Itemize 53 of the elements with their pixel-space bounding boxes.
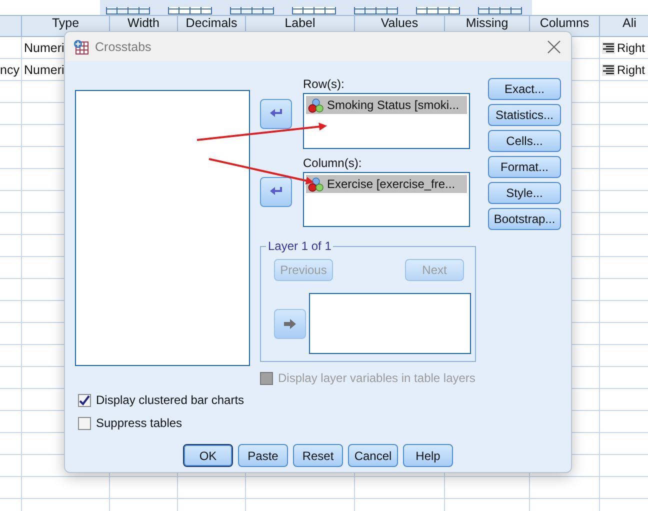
variable-item[interactable]: Smoking Status [smoki... bbox=[306, 96, 467, 114]
grid-icon[interactable] bbox=[478, 7, 522, 15]
close-button[interactable] bbox=[547, 40, 561, 54]
checkbox[interactable] bbox=[78, 394, 91, 406]
dialog-button[interactable]: Paste bbox=[238, 444, 288, 467]
layer-title: Layer 1 of 1 bbox=[267, 239, 332, 253]
grid-icon[interactable] bbox=[106, 7, 150, 15]
grid-icon[interactable] bbox=[230, 7, 274, 15]
move-button[interactable] bbox=[260, 177, 292, 207]
grid-icon[interactable] bbox=[292, 7, 336, 15]
column-header[interactable]: Ali bbox=[600, 15, 648, 37]
option-button[interactable]: Cells... bbox=[488, 130, 561, 152]
window-title: Crosstabs bbox=[95, 40, 152, 54]
grid-icon[interactable] bbox=[168, 7, 212, 15]
table-cell-text: ncy bbox=[0, 62, 20, 79]
dialog-button[interactable]: Reset bbox=[293, 444, 343, 467]
move-button[interactable] bbox=[274, 308, 306, 338]
nominal-variable-icon bbox=[308, 176, 324, 192]
arrow-icon bbox=[269, 108, 283, 120]
crosstab-icon bbox=[73, 38, 89, 54]
checkbox-label: Display clustered bar charts bbox=[96, 393, 244, 407]
variable-list[interactable]: Exercise [exercise_fre... bbox=[303, 172, 470, 227]
table-cell-text: Right bbox=[617, 62, 646, 78]
grid-icon[interactable] bbox=[416, 7, 460, 15]
grid-icon[interactable] bbox=[354, 7, 398, 15]
checkmark-icon bbox=[79, 394, 90, 406]
checkbox-label: Display layer variables in table layers bbox=[278, 371, 476, 385]
corner-header bbox=[0, 15, 22, 37]
align-right-icon bbox=[602, 64, 615, 76]
arrow-icon bbox=[283, 318, 297, 328]
column-label: Column(s): bbox=[303, 157, 363, 170]
checkbox[interactable] bbox=[78, 416, 91, 430]
variable-list[interactable]: Smoking Status [smoki... bbox=[303, 93, 470, 149]
table-cell-text: Right bbox=[617, 40, 646, 56]
nominal-variable-icon bbox=[308, 98, 324, 112]
dialog-button[interactable]: Help bbox=[403, 444, 453, 467]
option-button[interactable]: Statistics... bbox=[488, 104, 561, 126]
table-cell-text: Numeri bbox=[24, 62, 64, 78]
layer-list[interactable] bbox=[309, 293, 471, 354]
source-variable-list[interactable] bbox=[75, 90, 250, 366]
variable-item[interactable]: Exercise [exercise_fre... bbox=[306, 175, 467, 193]
option-button[interactable]: Style... bbox=[488, 182, 561, 204]
dialog-button[interactable]: Cancel bbox=[348, 444, 398, 467]
align-right-icon bbox=[602, 42, 615, 54]
table-cell-text: Numeri bbox=[24, 40, 64, 56]
checkbox-label: Suppress tables bbox=[96, 416, 182, 430]
dialog-button[interactable]: OK bbox=[183, 444, 233, 467]
row-label: Row(s): bbox=[303, 78, 346, 91]
arrow-icon bbox=[269, 186, 283, 198]
move-button[interactable] bbox=[260, 98, 292, 128]
option-button[interactable]: Format... bbox=[488, 156, 561, 178]
option-button[interactable]: Exact... bbox=[488, 78, 561, 100]
option-button[interactable]: Bootstrap... bbox=[488, 208, 561, 230]
